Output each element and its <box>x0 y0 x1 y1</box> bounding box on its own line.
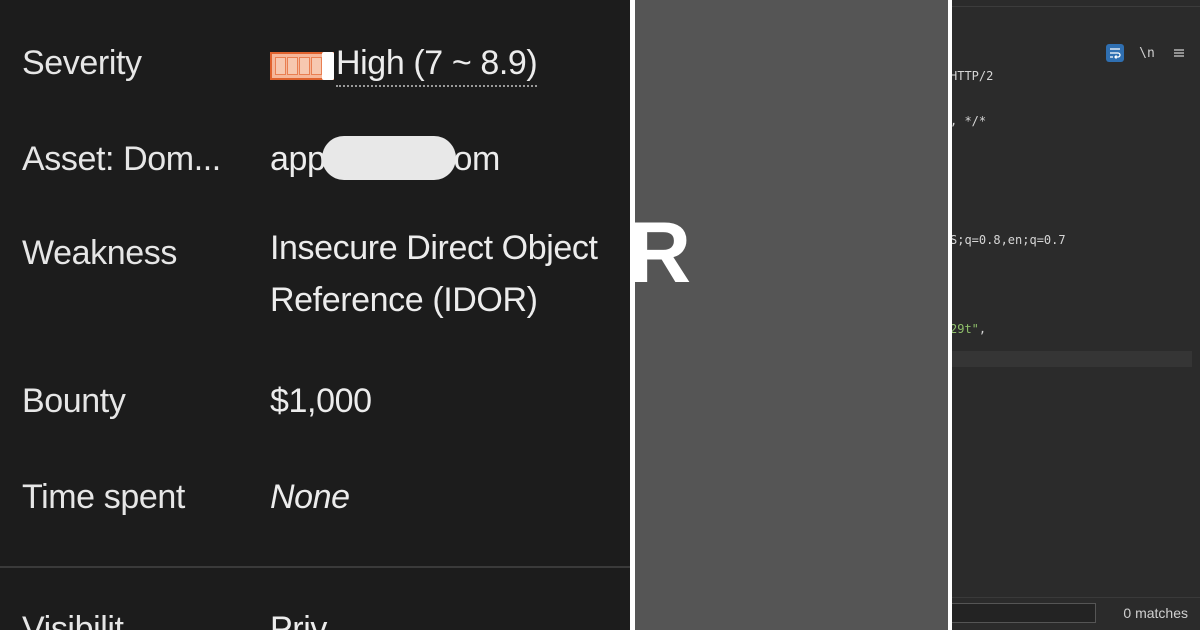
redaction-mark <box>321 136 456 181</box>
severity-bar-icon <box>270 51 334 80</box>
word-wrap-icon[interactable] <box>1106 44 1124 62</box>
visibility-label: Visibilit <box>22 610 124 630</box>
visibility-value: Priv <box>270 610 327 630</box>
severity-rating[interactable]: High (7 ~ 8.9) <box>336 44 538 87</box>
screenshot-stage: Severity High (7 ~ 8.9) Asset: Dom... ap… <box>0 0 1200 630</box>
search-input[interactable] <box>952 603 1096 623</box>
severity-label: Severity <box>22 44 142 82</box>
overlay-edge-glyph: R <box>629 205 692 301</box>
asset-label: Asset: Dom... <box>22 140 221 178</box>
show-newlines-toggle[interactable]: \n <box>1138 44 1156 62</box>
bounty-label: Bounty <box>22 382 126 420</box>
section-divider <box>0 566 630 568</box>
time-spent-value: None <box>270 478 350 516</box>
asset-value-suffix: om <box>453 140 501 178</box>
current-line-highlight <box>952 351 1192 367</box>
toolbar-divider <box>952 6 1200 7</box>
viewer-toolbar: \n <box>1106 44 1188 62</box>
hamburger-menu-icon[interactable] <box>1170 44 1188 62</box>
search-bar: 0 matches <box>952 597 1200 630</box>
request-viewer-panel: \n HTTP/2 , */* S;q=0.8,en;q=0.7 29t", 0… <box>952 0 1200 630</box>
weakness-value[interactable]: Insecure Direct Object Reference (IDOR) <box>270 222 598 326</box>
weakness-value-line-1: Insecure Direct Object <box>270 229 598 267</box>
weakness-value-line-2: Reference (IDOR) <box>270 281 538 319</box>
weakness-label: Weakness <box>22 234 177 272</box>
bounty-value: $1,000 <box>270 382 372 420</box>
report-details-panel: Severity High (7 ~ 8.9) Asset: Dom... ap… <box>0 0 630 630</box>
match-count: 0 matches <box>1123 605 1188 621</box>
code-line[interactable]: , */* <box>952 114 986 128</box>
severity-value: High (7 ~ 8.9) <box>270 44 538 89</box>
gray-overlay-panel: R <box>629 0 948 630</box>
code-line[interactable]: S;q=0.8,en;q=0.7 <box>952 233 1066 247</box>
code-line[interactable]: 29t", <box>952 322 986 336</box>
punctuation-token: , <box>978 322 987 336</box>
time-spent-label: Time spent <box>22 478 185 516</box>
code-line[interactable]: HTTP/2 <box>952 69 993 83</box>
asset-value-prefix: app <box>270 140 326 178</box>
asset-value[interactable]: app om <box>270 136 501 181</box>
string-token: 29t" <box>952 322 979 336</box>
